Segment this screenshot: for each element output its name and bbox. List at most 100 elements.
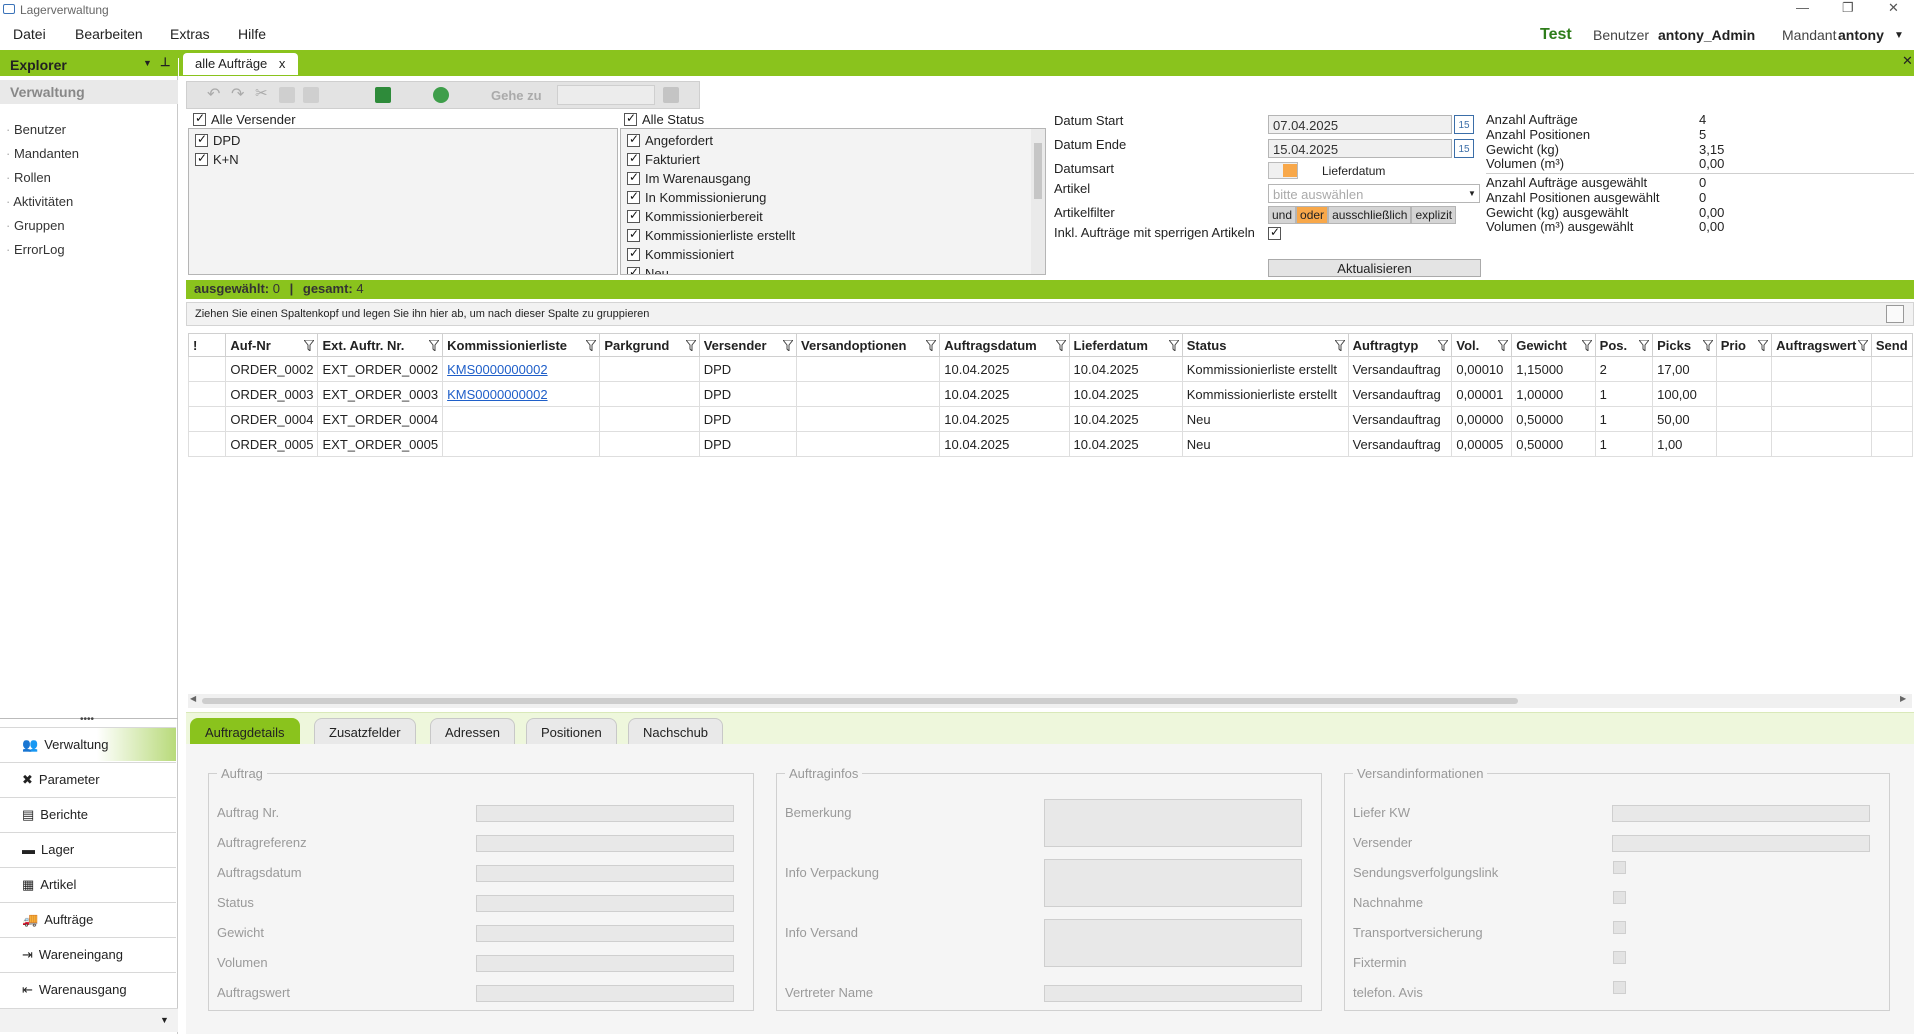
paste-icon[interactable] (303, 87, 319, 103)
tab-close-icon[interactable]: x (279, 56, 286, 71)
nav-artikel[interactable]: ▦ Artikel (0, 867, 176, 901)
sidebar-item-aktivitaeten[interactable]: · Aktivitäten (6, 194, 73, 209)
vertreter-name-input[interactable] (1044, 985, 1302, 1002)
volumen-input[interactable] (476, 955, 734, 972)
column-header[interactable]: Parkgrund (599, 333, 700, 357)
grid-horizontal-scrollbar[interactable]: ◀ ▶ (188, 694, 1912, 708)
checkbox-icon[interactable] (624, 111, 637, 126)
filter-funnel-icon[interactable] (586, 340, 597, 351)
column-chooser-icon[interactable] (1886, 305, 1904, 323)
datum-start-input[interactable]: 07.04.2025 (1268, 115, 1452, 134)
sidebar-item-benutzer[interactable]: · Benutzer (6, 122, 66, 137)
menu-hilfe[interactable]: Hilfe (238, 26, 266, 42)
checkbox-icon[interactable] (627, 132, 640, 147)
close-window-button[interactable]: ✕ (1888, 0, 1899, 16)
copy-icon[interactable] (279, 87, 295, 103)
calendar-icon[interactable]: 15 (1454, 139, 1474, 158)
splitter-grip-icon[interactable]: •••• (80, 714, 94, 725)
undo-icon[interactable]: ↶ (207, 84, 223, 103)
calendar-icon[interactable]: 15 (1454, 115, 1474, 134)
checkbox-icon[interactable] (627, 151, 640, 166)
column-header[interactable]: Pos. (1594, 333, 1654, 357)
fixtermin-checkbox[interactable] (1613, 951, 1626, 964)
filter-funnel-icon[interactable] (1857, 340, 1868, 351)
scroll-thumb[interactable] (202, 698, 1518, 704)
nav-berichte[interactable]: ▤ Berichte (0, 797, 176, 831)
checkbox-icon[interactable] (627, 265, 640, 274)
status-item[interactable]: Im Warenausgang (627, 170, 751, 186)
checkbox-icon[interactable] (193, 111, 206, 126)
column-header[interactable]: Status (1181, 333, 1349, 357)
mandant-dropdown-icon[interactable]: ▼ (1894, 30, 1904, 41)
checkbox-icon[interactable] (627, 208, 640, 223)
tab-auftragdetails[interactable]: Auftragdetails (190, 718, 300, 744)
artikel-dropdown-icon[interactable]: ▼ (1468, 189, 1476, 198)
nav-lager[interactable]: ▬ Lager (0, 832, 176, 866)
minimize-button[interactable]: — (1796, 0, 1809, 15)
artikel-select[interactable]: bitte auswählen (1268, 184, 1480, 203)
chevron-down-icon[interactable]: ▼ (160, 1015, 169, 1025)
column-header[interactable]: Auftragsdatum (939, 333, 1070, 357)
redo-icon[interactable]: ↷ (231, 84, 247, 103)
filter-funnel-icon[interactable] (1334, 340, 1345, 351)
status-scrollbar[interactable] (1031, 129, 1045, 274)
column-header[interactable]: Picks (1652, 333, 1717, 357)
aktualisieren-button[interactable]: Aktualisieren (1268, 259, 1481, 277)
column-header[interactable]: ! (187, 333, 227, 357)
checkbox-icon[interactable] (627, 170, 640, 185)
transportversicherung-checkbox[interactable] (1613, 921, 1626, 934)
datumsart-toggle[interactable] (1268, 162, 1298, 179)
column-header[interactable]: Auftragswert (1771, 333, 1872, 357)
cut-icon[interactable]: ✂ (255, 84, 271, 102)
column-header[interactable]: Vol. (1451, 333, 1513, 357)
binoculars-icon[interactable] (663, 87, 679, 103)
bemerkung-textarea[interactable] (1044, 799, 1302, 847)
tab-alle-auftraege[interactable]: alle Aufträge x (183, 53, 298, 75)
sidebar-item-gruppen[interactable]: · Gruppen (6, 218, 65, 233)
filter-funnel-icon[interactable] (1498, 340, 1509, 351)
table-row[interactable]: ORDER_0003 EXT_ORDER_0003 KMS0000000002 DPD… (187, 381, 1914, 407)
filter-funnel-icon[interactable] (1168, 340, 1179, 351)
nav-wareneingang[interactable]: ⇥ Wareneingang (0, 937, 176, 971)
tab-nachschub[interactable]: Nachschub (628, 718, 724, 744)
close-all-tabs-icon[interactable]: ✕ (1902, 53, 1913, 69)
mandant-name[interactable]: antony (1838, 27, 1884, 43)
checkbox-icon[interactable] (195, 151, 208, 166)
scroll-left-icon[interactable]: ◀ (190, 694, 196, 703)
info-verpackung-textarea[interactable] (1044, 859, 1302, 907)
column-header[interactable]: Prio (1715, 333, 1773, 357)
auftrag-nr-input[interactable] (476, 805, 734, 822)
sendungsverfolgung-checkbox[interactable] (1613, 861, 1626, 874)
status-item[interactable]: Kommissionierbereit (627, 208, 763, 224)
telefon-avis-checkbox[interactable] (1613, 981, 1626, 994)
artikelfilter-ausschliesslich[interactable]: ausschließlich (1328, 206, 1412, 224)
nav-verwaltung[interactable]: 👥 Verwaltung (0, 727, 176, 761)
sidebar-item-errorlog[interactable]: · ErrorLog (6, 242, 65, 257)
menu-extras[interactable]: Extras (170, 26, 210, 42)
filter-funnel-icon[interactable] (1055, 340, 1066, 351)
menu-bearbeiten[interactable]: Bearbeiten (75, 26, 143, 42)
excel-export-icon[interactable] (375, 87, 391, 103)
column-header[interactable]: Gewicht (1511, 333, 1596, 357)
group-drop-area[interactable]: Ziehen Sie einen Spaltenkopf und legen S… (186, 302, 1914, 326)
column-header[interactable]: Versandoptionen (796, 333, 941, 357)
column-header[interactable]: Versender (698, 333, 798, 357)
filter-funnel-icon[interactable] (783, 340, 794, 351)
column-header[interactable]: Send (1870, 333, 1914, 357)
filter-alle-status[interactable]: Alle Status (624, 111, 704, 127)
column-header[interactable]: Auf-Nr (225, 333, 319, 357)
filter-funnel-icon[interactable] (1758, 340, 1769, 351)
filter-funnel-icon[interactable] (1581, 340, 1592, 351)
filter-funnel-icon[interactable] (926, 340, 937, 351)
checkbox-icon[interactable] (627, 189, 640, 204)
checkbox-icon[interactable] (195, 132, 208, 147)
goto-input[interactable] (557, 85, 655, 105)
column-header[interactable]: Kommissionierliste (442, 333, 601, 357)
filter-funnel-icon[interactable] (1438, 340, 1449, 351)
datum-ende-input[interactable]: 15.04.2025 (1268, 139, 1452, 158)
table-cell[interactable]: KMS0000000002 (442, 356, 601, 382)
versender-item[interactable]: DPD (195, 132, 240, 148)
nav-parameter[interactable]: ✖ Parameter (0, 762, 176, 796)
artikelfilter-und[interactable]: und (1268, 206, 1297, 224)
sidebar-item-rollen[interactable]: · Rollen (6, 170, 51, 185)
